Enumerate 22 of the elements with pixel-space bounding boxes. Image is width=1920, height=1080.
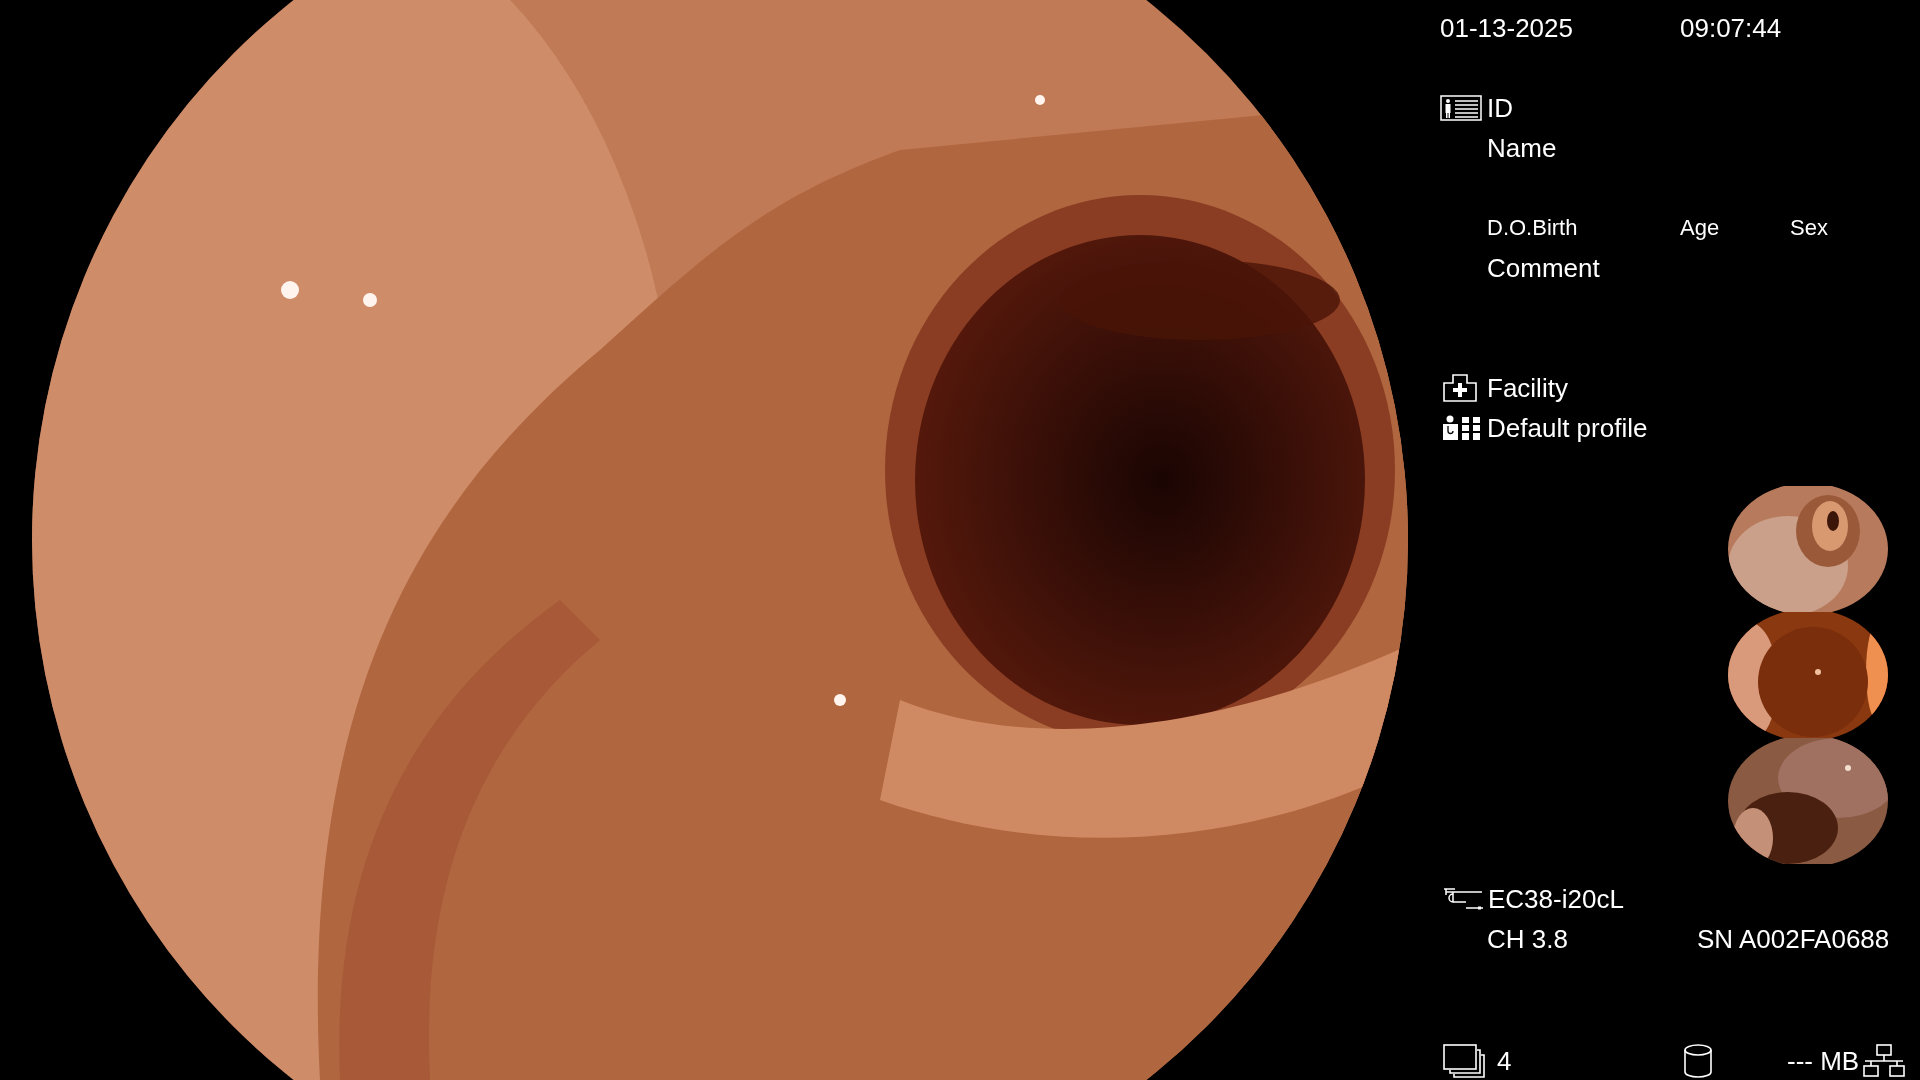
- sex-label: Sex: [1790, 214, 1828, 242]
- id-label: ID: [1487, 93, 1513, 123]
- network-icon: [1863, 1044, 1906, 1078]
- storage-size: --- MB: [1787, 1046, 1860, 1076]
- hospital-icon: [1443, 374, 1477, 402]
- doctor-profile-icon: [1442, 415, 1482, 441]
- endoscope-icon: [1442, 887, 1484, 911]
- facility-label: Facility: [1487, 373, 1568, 403]
- storage-icon: [1683, 1044, 1713, 1078]
- age-label: Age: [1680, 214, 1721, 242]
- images-icon: [1443, 1044, 1485, 1078]
- comment-label: Comment: [1487, 253, 1601, 283]
- endoscope-model: EC38-i20cL: [1488, 884, 1624, 914]
- profile-label: Default profile: [1487, 413, 1648, 443]
- date-text: 01-13-2025: [1440, 13, 1574, 43]
- serial-number: SN A002FA0688: [1697, 924, 1890, 954]
- patient-card-icon: [1440, 95, 1482, 121]
- image-count: 4: [1497, 1046, 1513, 1076]
- channel-size: CH 3.8: [1487, 924, 1569, 954]
- birth-date-label: D.O.Birth: [1487, 214, 1579, 242]
- time-text: 09:07:44: [1680, 13, 1782, 43]
- name-label: Name: [1487, 133, 1558, 163]
